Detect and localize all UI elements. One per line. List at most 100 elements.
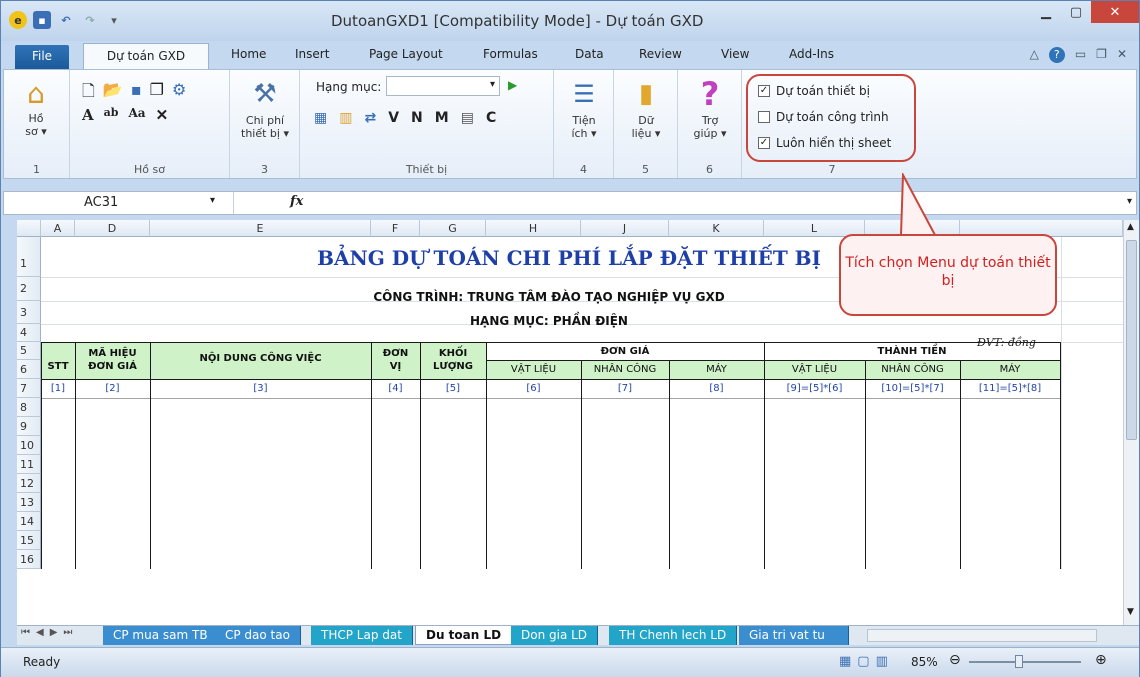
column-header-a[interactable]: A: [41, 220, 75, 237]
row-header[interactable]: 4: [17, 324, 41, 342]
tab-file[interactable]: File: [15, 45, 69, 69]
row-header[interactable]: 8: [17, 398, 41, 417]
column-header-d[interactable]: D: [75, 220, 150, 237]
tab-data[interactable]: Data: [575, 47, 604, 61]
checkbox-luon-hien-thi-sheet[interactable]: ✓ Luôn hiển thị sheet: [758, 136, 891, 150]
tab-insert[interactable]: Insert: [295, 47, 329, 61]
view-mode-icons[interactable]: ▦▢▥: [839, 654, 894, 669]
tools-icon[interactable]: ⚙: [172, 80, 186, 107]
sheet-tab[interactable]: CP dao tao: [215, 626, 301, 645]
scroll-thumb[interactable]: [1126, 240, 1137, 440]
zoom-out-icon[interactable]: ⊖: [949, 652, 961, 668]
minimize-icon[interactable]: ▁: [1031, 1, 1061, 23]
column-header-f[interactable]: F: [371, 220, 420, 237]
play-icon[interactable]: ▶: [508, 78, 517, 92]
row-header[interactable]: 11: [17, 455, 41, 474]
swap-icon[interactable]: ⇄: [364, 110, 376, 126]
open-folder-icon[interactable]: 📂: [103, 80, 123, 107]
redo-icon[interactable]: ↷: [81, 11, 99, 29]
replace-icon[interactable]: ab: [104, 106, 119, 124]
row-header[interactable]: 16: [17, 550, 41, 569]
table-icon[interactable]: ▦: [314, 110, 327, 126]
row-header[interactable]: 5: [17, 342, 41, 360]
tab-home[interactable]: Home: [231, 47, 266, 61]
house-icon: ⌂: [27, 76, 45, 110]
collapse-ribbon-icon[interactable]: △: [1030, 47, 1039, 63]
formula-input[interactable]: [316, 192, 1126, 214]
tro-giup-button[interactable]: ? Trợ giúp ▾: [686, 74, 734, 141]
checkbox-du-toan-thiet-bi[interactable]: ✓ Dự toán thiết bị: [758, 84, 870, 98]
save-file-icon[interactable]: ▪: [131, 80, 142, 107]
expand-formula-icon[interactable]: ▾: [1127, 196, 1132, 207]
tien-ich-button[interactable]: ☰ Tiện ích ▾: [562, 74, 606, 141]
select-all-corner[interactable]: [17, 220, 41, 237]
column-header-e[interactable]: E: [150, 220, 371, 237]
copy-icon[interactable]: ❐: [150, 80, 164, 107]
row-header[interactable]: 10: [17, 436, 41, 455]
undo-icon[interactable]: ↶: [57, 11, 75, 29]
window-close-icon[interactable]: ✕: [1117, 47, 1127, 63]
du-lieu-button[interactable]: ▮ Dữ liệu ▾: [622, 74, 670, 141]
scroll-up-icon[interactable]: ▲: [1127, 222, 1134, 232]
row-header[interactable]: 1: [17, 237, 41, 277]
column-header-j[interactable]: J: [581, 220, 669, 237]
chi-phi-thiet-bi-button[interactable]: ⚒ Chi phí thiết bị ▾: [236, 74, 294, 141]
row-header[interactable]: 7: [17, 379, 41, 398]
window-minimize-icon[interactable]: ▭: [1075, 47, 1086, 63]
zoom-in-icon[interactable]: ⊕: [1095, 652, 1107, 668]
ho-so-button[interactable]: ⌂ Hồ sơ ▾: [10, 76, 62, 138]
font-icon[interactable]: A: [82, 106, 94, 124]
row-header[interactable]: 9: [17, 417, 41, 436]
sheet-tab-active[interactable]: Du toan LD: [415, 626, 513, 645]
row-header[interactable]: 2: [17, 277, 41, 301]
column-header-g[interactable]: G: [420, 220, 486, 237]
name-box[interactable]: AC31: [4, 192, 234, 214]
checkbox-du-toan-cong-trinh[interactable]: Dự toán công trình: [758, 110, 889, 124]
sheet-tab[interactable]: TH Chenh lech LD: [609, 626, 738, 645]
chart-icon[interactable]: ▤: [461, 110, 474, 126]
tab-du-toan-gxd[interactable]: Dự toán GXD: [83, 43, 209, 71]
column-header-k[interactable]: K: [669, 220, 764, 237]
change-case-icon[interactable]: Aa: [128, 106, 145, 124]
save-icon[interactable]: ▪: [33, 11, 51, 29]
row-header[interactable]: 14: [17, 512, 41, 531]
row-header[interactable]: 3: [17, 301, 41, 324]
zoom-slider-thumb[interactable]: [1015, 655, 1023, 668]
app-logo-icon[interactable]: e: [9, 11, 27, 29]
insert-function-icon[interactable]: fx: [290, 194, 303, 209]
tab-review[interactable]: Review: [639, 47, 682, 61]
expand-icon[interactable]: ✕: [156, 106, 169, 124]
sheet-tab[interactable]: Don gia LD: [511, 626, 599, 645]
tab-add-ins[interactable]: Add-Ins: [789, 47, 834, 61]
hang-muc-select[interactable]: ▾: [386, 76, 500, 96]
m-button[interactable]: M: [435, 110, 449, 126]
row-header[interactable]: 15: [17, 531, 41, 550]
sheet-nav-icon[interactable]: ⏮◀▶⏭: [21, 627, 78, 638]
horizontal-scrollbar[interactable]: [867, 629, 1097, 642]
column-header-h[interactable]: H: [486, 220, 581, 237]
row-header[interactable]: 13: [17, 493, 41, 512]
sheet-tab[interactable]: Gia tri vat tu: [739, 626, 849, 645]
sheet-tab[interactable]: THCP Lap dat: [311, 626, 413, 645]
v-button[interactable]: V: [388, 110, 399, 126]
row-header[interactable]: 6: [17, 360, 41, 379]
help-icon[interactable]: ?: [1048, 47, 1065, 63]
maximize-icon[interactable]: ▢: [1061, 1, 1091, 23]
vertical-scrollbar[interactable]: ▲ ▼: [1123, 220, 1139, 625]
c-button[interactable]: C: [486, 110, 496, 126]
customize-qat-icon[interactable]: ▾: [105, 11, 123, 29]
grid-icon[interactable]: ▥: [339, 110, 352, 126]
new-file-icon[interactable]: 🗋: [82, 80, 95, 107]
zoom-level[interactable]: 85%: [911, 655, 938, 669]
zoom-slider[interactable]: [969, 661, 1081, 663]
tab-formulas[interactable]: Formulas: [483, 47, 538, 61]
sheet-tab[interactable]: CP mua sam TB: [103, 626, 219, 645]
tab-page-layout[interactable]: Page Layout: [369, 47, 443, 61]
row-header[interactable]: 12: [17, 474, 41, 493]
name-box-dropdown-icon[interactable]: ▾: [210, 195, 215, 206]
window-restore-icon[interactable]: ❐: [1096, 47, 1107, 63]
n-button[interactable]: N: [411, 110, 423, 126]
tab-view[interactable]: View: [721, 47, 749, 61]
close-icon[interactable]: ✕: [1091, 1, 1139, 23]
scroll-down-icon[interactable]: ▼: [1127, 607, 1134, 617]
